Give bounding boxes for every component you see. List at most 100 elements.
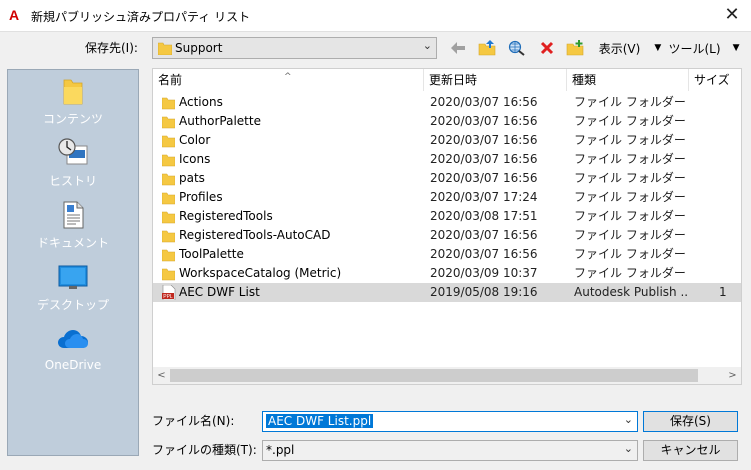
file-row[interactable]: WorkspaceCatalog (Metric) 2020/03/09 10:3… bbox=[153, 264, 741, 283]
folder-icon bbox=[162, 192, 175, 205]
folder-icon bbox=[162, 230, 175, 243]
back-arrow-icon bbox=[451, 42, 465, 54]
place-documents[interactable]: ドキュメント bbox=[8, 200, 138, 251]
file-name: ToolPalette bbox=[179, 247, 244, 261]
file-size bbox=[719, 93, 741, 112]
caret-down-icon: ▼ bbox=[654, 43, 662, 53]
file-name: RegisteredTools bbox=[179, 209, 273, 223]
view-menu-button[interactable]: 表示(V) ▼ bbox=[596, 37, 664, 59]
scroll-left-arrow[interactable]: < bbox=[153, 367, 170, 384]
horizontal-scrollbar[interactable]: < > bbox=[153, 367, 741, 384]
file-date: 2020/03/07 16:56 bbox=[430, 247, 538, 261]
file-date: 2020/03/07 16:56 bbox=[430, 114, 538, 128]
file-date: 2020/03/07 16:56 bbox=[430, 133, 538, 147]
tools-menu-button[interactable]: ツール(L) ▼ bbox=[668, 37, 740, 59]
chevron-down-icon: ⌄ bbox=[422, 39, 432, 52]
folder-icon bbox=[162, 268, 175, 281]
filename-label: ファイル名(N): bbox=[152, 414, 235, 428]
search-web-icon bbox=[508, 40, 525, 56]
file-date: 2020/03/07 17:24 bbox=[430, 190, 538, 204]
file-type: Autodesk Publish ... bbox=[574, 285, 689, 299]
delete-button[interactable] bbox=[536, 37, 558, 59]
file-list[interactable]: 名前 ^ 更新日時 種類 サイズ Actions 2020/03/07 16:56… bbox=[152, 68, 742, 385]
folder-icon bbox=[158, 42, 172, 55]
onedrive-icon bbox=[58, 330, 88, 348]
search-web-button[interactable] bbox=[506, 37, 528, 59]
place-label: OneDrive bbox=[44, 358, 102, 372]
tools-menu-label: ツール(L) bbox=[668, 41, 721, 56]
sort-ascending-icon: ^ bbox=[284, 72, 292, 82]
delete-icon bbox=[540, 41, 554, 55]
save-in-combo[interactable]: Support ⌄ bbox=[152, 37, 437, 59]
file-row[interactable]: Actions 2020/03/07 16:56 ファイル フォルダー bbox=[153, 93, 741, 112]
history-icon bbox=[58, 138, 88, 165]
file-type: ファイル フォルダー bbox=[574, 171, 686, 185]
place-history[interactable]: ヒストリ bbox=[8, 138, 138, 189]
filetype-select[interactable]: *.ppl ⌄ bbox=[262, 440, 638, 461]
file-row[interactable]: PPL AEC DWF List 2019/05/08 19:16 Autodesk … bbox=[153, 283, 741, 302]
filename-input[interactable]: AEC DWF List.ppl ⌄ bbox=[262, 411, 638, 432]
file-size bbox=[719, 264, 741, 283]
chevron-down-icon: ⌄ bbox=[623, 413, 633, 426]
new-folder-icon bbox=[566, 40, 584, 56]
desktop-icon bbox=[58, 265, 88, 289]
new-folder-button[interactable] bbox=[564, 37, 586, 59]
file-type: ファイル フォルダー bbox=[574, 209, 686, 223]
column-header-type[interactable]: 種類 bbox=[567, 69, 689, 91]
window-title: 新規パブリッシュ済みプロパティ リスト bbox=[31, 10, 251, 24]
back-button[interactable] bbox=[447, 37, 469, 59]
up-folder-button[interactable] bbox=[476, 37, 498, 59]
file-date: 2020/03/07 16:56 bbox=[430, 228, 538, 242]
folder-icon bbox=[162, 249, 175, 262]
file-row[interactable]: RegisteredTools 2020/03/08 17:51 ファイル フォルダ… bbox=[153, 207, 741, 226]
file-type: ファイル フォルダー bbox=[574, 228, 686, 242]
place-desktop[interactable]: デスクトップ bbox=[8, 262, 138, 313]
file-type: ファイル フォルダー bbox=[574, 190, 686, 204]
place-label: コンテンツ bbox=[42, 112, 103, 126]
file-name: AEC DWF List bbox=[179, 285, 260, 299]
save-in-label: 保存先(I): bbox=[85, 41, 138, 55]
column-header-name-label: 名前 bbox=[158, 73, 183, 87]
close-button[interactable]: ✕ bbox=[716, 3, 748, 29]
file-row[interactable]: pats 2020/03/07 16:56 ファイル フォルダー bbox=[153, 169, 741, 188]
save-button[interactable]: 保存(S) bbox=[643, 411, 738, 432]
column-header-name[interactable]: 名前 ^ bbox=[153, 69, 424, 91]
file-date: 2020/03/07 16:56 bbox=[430, 171, 538, 185]
file-name: Icons bbox=[179, 152, 211, 166]
file-size bbox=[719, 169, 741, 188]
file-name: Profiles bbox=[179, 190, 223, 204]
folder-icon bbox=[162, 135, 175, 148]
file-row[interactable]: Color 2020/03/07 16:56 ファイル フォルダー bbox=[153, 131, 741, 150]
scroll-right-arrow[interactable]: > bbox=[724, 367, 741, 384]
file-type: ファイル フォルダー bbox=[574, 114, 686, 128]
folder-icon bbox=[162, 154, 175, 167]
file-type: ファイル フォルダー bbox=[574, 95, 686, 109]
file-size bbox=[719, 112, 741, 131]
file-row[interactable]: AuthorPalette 2020/03/07 16:56 ファイル フォルダー bbox=[153, 112, 741, 131]
place-content[interactable]: コンテンツ bbox=[8, 76, 138, 127]
file-type: ファイル フォルダー bbox=[574, 266, 686, 280]
file-row[interactable]: Icons 2020/03/07 16:56 ファイル フォルダー bbox=[153, 150, 741, 169]
place-label: ヒストリ bbox=[48, 174, 97, 188]
column-header-date[interactable]: 更新日時 bbox=[424, 69, 567, 91]
file-row[interactable]: ToolPalette 2020/03/07 16:56 ファイル フォルダー bbox=[153, 245, 741, 264]
file-row[interactable]: RegisteredTools-AutoCAD 2020/03/07 16:56 フ… bbox=[153, 226, 741, 245]
file-date: 2020/03/09 10:37 bbox=[430, 266, 538, 280]
filetype-label: ファイルの種類(T): bbox=[152, 443, 257, 457]
folder-up-icon bbox=[478, 40, 496, 56]
scroll-thumb[interactable] bbox=[170, 369, 698, 382]
file-date: 2019/05/08 19:16 bbox=[430, 285, 538, 299]
column-header-size[interactable]: サイズ bbox=[689, 69, 741, 91]
file-type: ファイル フォルダー bbox=[574, 152, 686, 166]
folder-icon bbox=[162, 116, 175, 129]
folder-icon bbox=[63, 79, 83, 105]
file-size: 1 bbox=[719, 285, 727, 299]
file-row[interactable]: Profiles 2020/03/07 17:24 ファイル フォルダー bbox=[153, 188, 741, 207]
file-name: Color bbox=[179, 133, 211, 147]
documents-icon bbox=[63, 201, 84, 229]
file-name: WorkspaceCatalog (Metric) bbox=[179, 266, 342, 280]
cancel-button[interactable]: キャンセル bbox=[643, 440, 738, 461]
place-onedrive[interactable]: OneDrive bbox=[8, 324, 138, 372]
file-size bbox=[719, 245, 741, 264]
file-name: Actions bbox=[179, 95, 223, 109]
